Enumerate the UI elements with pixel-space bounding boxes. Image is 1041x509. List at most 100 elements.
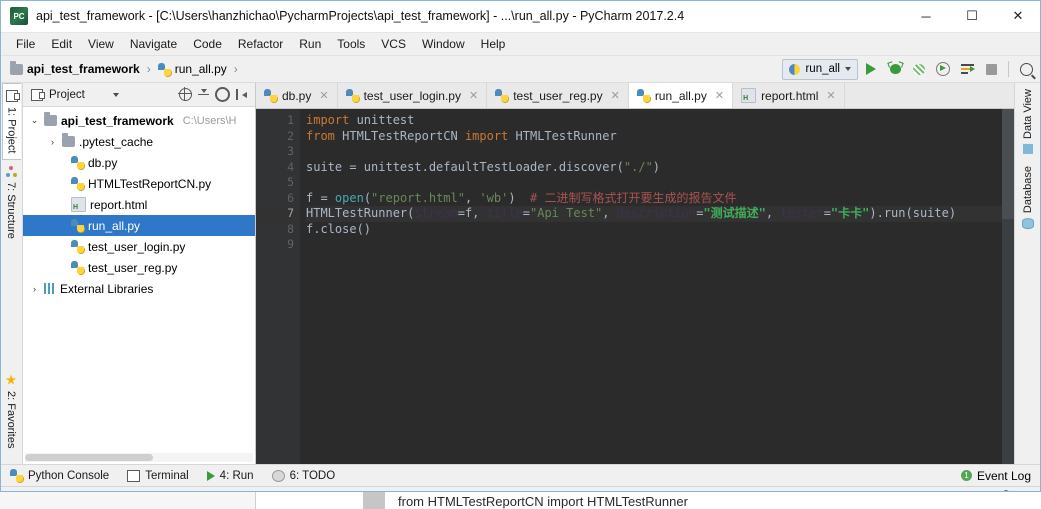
- debug-button[interactable]: [884, 58, 906, 80]
- chevron-down-icon[interactable]: ⌄: [29, 115, 40, 126]
- project-horizontal-scrollbar[interactable]: [25, 453, 253, 462]
- tool-window-label: 4: Run: [219, 469, 254, 482]
- sidebar-item-project[interactable]: 1: Project: [1, 83, 21, 161]
- run-tests-button[interactable]: [956, 58, 978, 80]
- scroll-from-source-icon[interactable]: [177, 86, 192, 101]
- tool-window-todo[interactable]: 6: TODO: [271, 469, 335, 482]
- code-text[interactable]: import unittest from HTMLTestReportCN imp…: [300, 109, 1002, 464]
- tree-row-report-html[interactable]: report.html: [23, 194, 255, 215]
- project-tree: ⌄ api_test_framework C:\Users\H › .pytes…: [23, 107, 255, 453]
- close-icon[interactable]: ✕: [319, 89, 328, 102]
- tree-row-test-user-reg-py[interactable]: test_user_reg.py: [23, 257, 255, 278]
- tree-row-pytest-cache[interactable]: › .pytest_cache: [23, 131, 255, 152]
- tree-row-db-py[interactable]: db.py: [23, 152, 255, 173]
- maximize-button[interactable]: ☐: [949, 0, 995, 32]
- tree-path: C:\Users\H: [182, 114, 237, 127]
- tool-window-terminal[interactable]: Terminal: [127, 469, 189, 482]
- menu-window[interactable]: Window: [414, 35, 473, 53]
- hide-icon[interactable]: [236, 89, 247, 100]
- left-rail-label-favorites: 2: Favorites: [5, 390, 17, 448]
- tree-row-api-test-framework[interactable]: ⌄ api_test_framework C:\Users\H: [23, 110, 255, 131]
- breadcrumb-file[interactable]: run_all.py: [175, 62, 227, 76]
- editor-scrollbar[interactable]: ✔: [1002, 109, 1014, 464]
- minimize-button[interactable]: ─: [903, 0, 949, 32]
- database-icon: [1022, 218, 1034, 230]
- stop-button[interactable]: [980, 58, 1002, 80]
- structure-icon: [5, 166, 17, 178]
- line-number: 4: [287, 159, 294, 174]
- code-token: f.close(): [306, 221, 372, 236]
- collapse-all-icon[interactable]: [198, 89, 209, 100]
- close-icon[interactable]: ✕: [715, 89, 724, 102]
- chevron-right-icon[interactable]: ›: [29, 284, 40, 294]
- editor-tab-db-py[interactable]: db.py ✕: [256, 83, 338, 108]
- folder-icon: [44, 112, 57, 126]
- menu-navigate[interactable]: Navigate: [122, 35, 185, 53]
- stop-icon: [985, 63, 997, 75]
- menu-run[interactable]: Run: [291, 35, 329, 53]
- toolbar-divider: [1008, 61, 1009, 77]
- line-number: 1: [287, 113, 294, 127]
- left-rail-label-structure: 7: Structure: [5, 182, 17, 240]
- editor-tab-filler: [844, 83, 1014, 108]
- code-token: import: [464, 128, 509, 143]
- background-window: from HTMLTestReportCN import HTMLTestRun…: [0, 491, 1041, 509]
- code-token: ,: [765, 206, 781, 220]
- tree-row-test-user-login-py[interactable]: test_user_login.py: [23, 236, 255, 257]
- editor-tab-report-html[interactable]: report.html ✕: [733, 83, 845, 108]
- tool-window-python-console[interactable]: Python Console: [10, 469, 109, 483]
- editor-tab-test-user-reg-py[interactable]: test_user_reg.py ✕: [487, 83, 629, 108]
- project-icon: [31, 88, 45, 101]
- menu-vcs[interactable]: VCS: [373, 35, 414, 53]
- chevron-down-icon: [845, 67, 851, 71]
- menu-file[interactable]: File: [8, 35, 43, 53]
- run-with-coverage-button[interactable]: [908, 58, 930, 80]
- code-line: from HTMLTestReportCN import HTMLTestRun…: [306, 129, 1002, 145]
- tool-window-run[interactable]: 4: Run: [206, 469, 254, 482]
- scrollbar-thumb[interactable]: [1002, 109, 1014, 219]
- code-editor[interactable]: 1 2 3 4 5 6 7 8 9 import unittest from HT…: [256, 109, 1014, 464]
- sidebar-item-database[interactable]: Database: [1019, 160, 1037, 235]
- tree-row-htmltestreportcn-py[interactable]: HTMLTestReportCN.py: [23, 173, 255, 194]
- python-icon: [71, 219, 85, 233]
- run-config-label: run_all: [805, 63, 840, 75]
- code-token: import: [306, 113, 350, 127]
- menu-tools[interactable]: Tools: [329, 35, 373, 53]
- event-log-button[interactable]: 1 Event Log: [960, 469, 1031, 483]
- chevron-right-icon[interactable]: ›: [47, 137, 58, 147]
- close-icon[interactable]: ✕: [611, 89, 620, 102]
- search-everywhere-button[interactable]: [1015, 58, 1037, 80]
- python-icon: [495, 89, 510, 103]
- editor-tab-bar: db.py ✕ test_user_login.py ✕ test_user_r…: [256, 83, 1014, 109]
- sidebar-item-data-view[interactable]: Data View: [1019, 83, 1037, 160]
- gear-icon[interactable]: [215, 87, 230, 102]
- editor-tab-label: test_user_reg.py: [513, 88, 603, 103]
- run-configuration-selector[interactable]: run_all: [782, 58, 858, 80]
- menu-help[interactable]: Help: [473, 35, 514, 53]
- close-icon[interactable]: ✕: [826, 89, 835, 102]
- run-button[interactable]: [860, 58, 882, 80]
- line-number: 2: [287, 128, 294, 143]
- menu-edit[interactable]: Edit: [43, 35, 80, 53]
- tree-row-run-all-py[interactable]: run_all.py: [23, 215, 255, 236]
- editor-tab-run-all-py[interactable]: run_all.py ✕: [628, 83, 734, 108]
- menu-view[interactable]: View: [80, 35, 122, 53]
- code-token: "Api Test": [530, 206, 603, 220]
- menu-refactor[interactable]: Refactor: [230, 35, 291, 53]
- sidebar-item-structure[interactable]: 7: Structure: [2, 160, 20, 245]
- sidebar-item-favorites[interactable]: 2: Favorites: [2, 369, 20, 454]
- python-icon: [157, 62, 172, 77]
- breadcrumb-project[interactable]: api_test_framework: [27, 62, 140, 76]
- tree-row-external-libraries[interactable]: › External Libraries: [23, 278, 255, 299]
- profile-button[interactable]: [932, 58, 954, 80]
- bottom-tool-window-bar: Python Console Terminal 4: Run 6: TODO 1…: [0, 464, 1041, 486]
- chevron-down-icon[interactable]: [112, 92, 119, 97]
- close-button[interactable]: ✕: [995, 0, 1041, 32]
- search-icon: [1019, 62, 1033, 76]
- close-icon[interactable]: ✕: [469, 89, 478, 102]
- code-token: "./": [623, 159, 653, 174]
- editor-tab-test-user-login-py[interactable]: test_user_login.py ✕: [337, 83, 488, 108]
- menu-code[interactable]: Code: [185, 35, 230, 53]
- tree-label: External Libraries: [60, 281, 154, 296]
